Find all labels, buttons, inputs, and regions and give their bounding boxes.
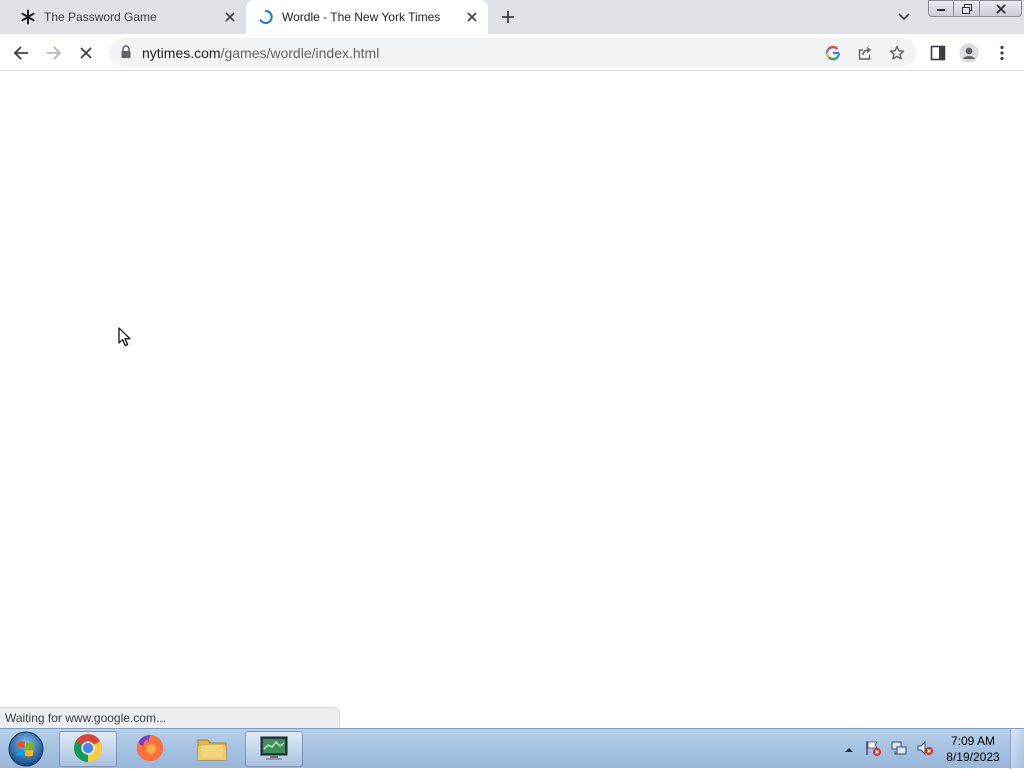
tab-title: The Password Game — [44, 10, 157, 24]
firefox-icon — [135, 733, 165, 766]
lock-icon[interactable] — [120, 45, 132, 59]
restore-button[interactable] — [954, 0, 980, 17]
show-hidden-icons-icon[interactable] — [844, 742, 854, 756]
clock-time: 7:09 AM — [950, 734, 996, 748]
tab-title: Wordle - The New York Times — [282, 10, 441, 24]
taskbar: 7:09 AM 8/19/2023 — [0, 728, 1024, 769]
taskbar-chrome[interactable] — [59, 731, 117, 767]
new-tab-button[interactable] — [498, 7, 518, 27]
tab-strip: The Password Game Wordle - The New York … — [0, 0, 1024, 34]
forward-button[interactable] — [43, 42, 65, 64]
close-tab-icon[interactable] — [464, 9, 480, 25]
url-text: nytimes.com/games/wordle/index.html — [142, 45, 379, 61]
browser-toolbar: nytimes.com/games/wordle/index.html — [0, 34, 1024, 71]
tab-password-game[interactable]: The Password Game — [0, 0, 246, 34]
action-center-flag-icon[interactable] — [864, 739, 882, 760]
tab-wordle[interactable]: Wordle - The New York Times — [246, 0, 488, 34]
status-bubble: Waiting for www.google.com... — [0, 707, 340, 728]
back-button[interactable] — [10, 42, 32, 64]
taskbar-clock[interactable]: 7:09 AM 8/19/2023 — [938, 733, 1008, 765]
window-controls — [928, 0, 1022, 18]
google-lens-icon[interactable] — [824, 44, 842, 62]
taskbar-firefox[interactable] — [121, 731, 179, 767]
more-menu-icon[interactable] — [991, 42, 1013, 64]
close-window-button[interactable] — [980, 0, 1022, 17]
share-icon[interactable] — [856, 44, 874, 62]
stop-loading-button[interactable] — [75, 42, 97, 64]
profile-avatar-icon[interactable] — [958, 42, 980, 64]
taskbar-network-monitor[interactable] — [245, 731, 303, 767]
start-button[interactable] — [4, 730, 48, 768]
network-icon[interactable] — [890, 739, 908, 760]
close-tab-icon[interactable] — [222, 9, 238, 25]
loading-spinner-icon — [258, 9, 274, 25]
clock-date: 8/19/2023 — [946, 750, 1000, 764]
file-explorer-icon — [196, 734, 228, 765]
bookmark-star-icon[interactable] — [888, 44, 906, 62]
side-panel-icon[interactable] — [927, 42, 949, 64]
volume-muted-icon[interactable] — [916, 739, 934, 760]
url-path: /games/wordle/index.html — [220, 45, 380, 61]
asterisk-icon — [20, 9, 36, 25]
chrome-icon — [73, 733, 103, 766]
show-desktop-button[interactable] — [1010, 729, 1024, 769]
network-monitor-icon — [258, 734, 290, 765]
page-content — [0, 71, 1024, 728]
tab-search-chevron-icon[interactable] — [896, 9, 912, 25]
taskbar-file-explorer[interactable] — [183, 731, 241, 767]
minimize-button[interactable] — [928, 0, 954, 17]
system-tray — [844, 729, 934, 769]
url-domain: nytimes.com — [142, 45, 221, 61]
address-bar[interactable]: nytimes.com/games/wordle/index.html — [110, 38, 916, 67]
mouse-cursor-icon — [118, 327, 132, 347]
